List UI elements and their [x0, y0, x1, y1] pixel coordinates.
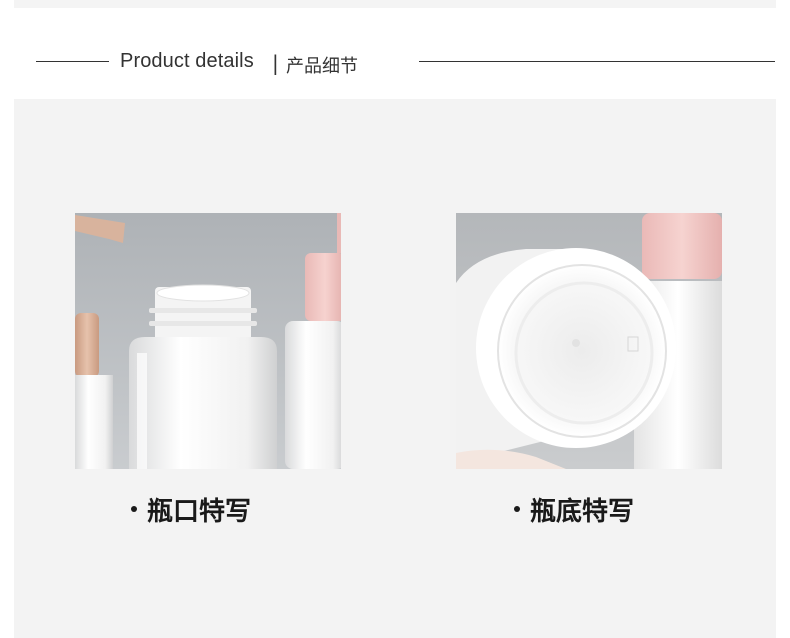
section-title-separator: |: [272, 51, 279, 75]
section-title-chinese: 产品细节: [286, 56, 358, 77]
bottle-bottom-closeup-photo: [456, 213, 722, 469]
caption-bottle-bottom: 瓶底特写: [514, 492, 635, 527]
caption-text: 瓶底特写: [530, 496, 635, 527]
section-title-english: Product details: [120, 50, 254, 72]
caption-text: 瓶口特写: [147, 496, 252, 527]
bullet-icon: [514, 506, 520, 512]
header-rule-left: [36, 61, 109, 62]
caption-bottle-neck: 瓶口特写: [131, 492, 252, 527]
bottle-neck-closeup-photo: [75, 213, 341, 469]
top-band: [14, 0, 776, 8]
bullet-icon: [131, 506, 137, 512]
header-rule-right: [419, 61, 775, 62]
